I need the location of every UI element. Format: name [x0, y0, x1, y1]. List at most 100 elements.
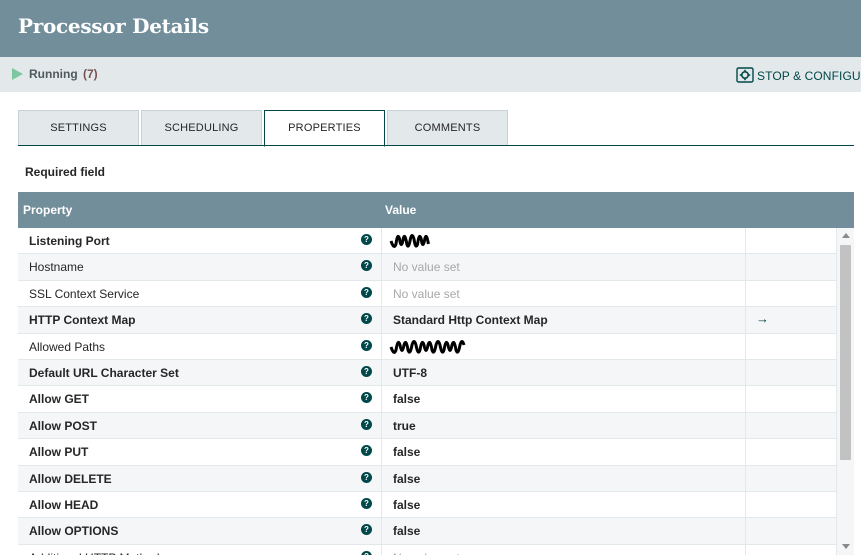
property-value[interactable]: false — [393, 392, 420, 406]
column-divider — [381, 360, 382, 386]
question-circle-icon[interactable]: ? — [361, 471, 372, 483]
property-value[interactable]: false — [393, 472, 420, 486]
running-icon — [12, 68, 23, 80]
vertical-scrollbar[interactable] — [836, 228, 854, 555]
tab-comments[interactable]: COMMENTS — [387, 110, 508, 146]
redacted-value-scribble — [389, 234, 430, 248]
run-status-label: Running — [29, 67, 78, 81]
active-thread-count: (7) — [83, 67, 98, 81]
column-divider — [745, 518, 746, 545]
column-divider — [745, 386, 746, 413]
redacted-value-scribble — [389, 339, 466, 354]
table-row[interactable]: Allow GET? false — [18, 386, 836, 413]
property-name: Allow OPTIONS — [29, 524, 119, 539]
table-row[interactable]: Additional HTTP Methods? No value set — [18, 544, 836, 555]
tab-properties[interactable]: PROPERTIES — [264, 110, 385, 147]
column-divider — [381, 492, 382, 518]
question-circle-icon[interactable]: ? — [361, 339, 372, 351]
column-divider — [381, 307, 382, 334]
table-row[interactable]: Listening Port? — [18, 228, 836, 255]
table-row[interactable]: Allow DELETE? false — [18, 465, 836, 492]
property-value[interactable]: No value set — [393, 287, 460, 301]
column-divider — [381, 518, 382, 545]
stop-configure-label: STOP & CONFIGURE — [757, 69, 861, 83]
scroll-up-icon[interactable] — [842, 233, 850, 238]
stop-configure-icon — [736, 67, 754, 83]
properties-table: Property Value Listening Port? Hostname? N… — [18, 192, 854, 555]
dialog-title: Processor Details — [18, 14, 209, 38]
column-divider — [745, 254, 746, 281]
property-name: Default URL Character Set — [29, 366, 179, 380]
property-name: Listening Port — [29, 234, 110, 248]
column-divider — [745, 412, 746, 439]
question-circle-icon[interactable]: ? — [361, 524, 372, 536]
table-row[interactable]: Allow PUT? false — [18, 439, 836, 466]
column-divider — [745, 307, 746, 334]
question-circle-icon[interactable]: ? — [361, 366, 372, 377]
property-name: SSL Context Service — [29, 286, 140, 301]
tab-divider — [18, 145, 854, 146]
column-divider — [381, 439, 382, 466]
column-divider — [745, 492, 746, 518]
column-divider — [745, 360, 746, 386]
column-divider — [381, 544, 382, 555]
question-circle-icon[interactable]: ? — [361, 260, 372, 272]
column-header-value[interactable]: Value — [385, 203, 416, 217]
table-header: Property Value — [18, 192, 854, 228]
column-divider — [745, 333, 746, 360]
question-circle-icon[interactable]: ? — [361, 418, 372, 430]
property-name: HTTP Context Map — [29, 313, 136, 328]
table-row[interactable]: Allow POST? true — [18, 412, 836, 440]
column-divider — [381, 386, 382, 413]
property-value[interactable]: true — [393, 419, 416, 433]
table-row[interactable]: Hostname? No value set — [18, 254, 836, 281]
column-divider — [381, 254, 382, 281]
question-circle-icon[interactable]: ? — [361, 234, 372, 245]
property-value[interactable]: Standard Http Context Map — [393, 313, 548, 327]
question-circle-icon[interactable]: ? — [361, 286, 372, 298]
table-row[interactable]: Allowed Paths? — [18, 333, 836, 360]
table-row[interactable]: Default URL Character Set? UTF-8 — [18, 360, 836, 387]
property-value[interactable]: UTF-8 — [393, 366, 427, 380]
question-circle-icon[interactable]: ? — [361, 445, 372, 457]
column-divider — [381, 412, 382, 439]
table-row[interactable]: Allow HEAD? false — [18, 492, 836, 519]
property-name: Hostname — [29, 260, 84, 275]
table-body: Listening Port? Hostname? No value set SSL … — [18, 228, 836, 555]
property-name: Allow POST — [29, 418, 98, 433]
question-circle-icon[interactable]: ? — [361, 313, 372, 325]
column-divider — [745, 439, 746, 466]
column-divider — [745, 228, 746, 254]
property-value[interactable]: false — [393, 498, 420, 512]
column-divider — [381, 280, 382, 307]
scroll-down-icon[interactable] — [842, 544, 850, 549]
column-divider — [381, 465, 382, 492]
table-row[interactable]: Allow OPTIONS? false — [18, 518, 836, 545]
table-row[interactable]: SSL Context Service? No value set — [18, 280, 836, 308]
column-divider — [745, 544, 746, 555]
processor-status-bar: Running (7) STOP & CONFIGURE — [0, 57, 861, 92]
property-value[interactable]: No value set — [393, 260, 460, 274]
property-name: Allow HEAD — [29, 498, 99, 512]
column-divider — [381, 228, 382, 254]
property-value[interactable]: false — [393, 524, 420, 538]
tab-settings[interactable]: SETTINGS — [18, 110, 139, 146]
table-row[interactable]: HTTP Context Map? Standard Http Context M… — [18, 307, 836, 334]
column-header-property[interactable]: Property — [23, 203, 72, 217]
arrow-right-icon[interactable]: → — [756, 311, 769, 326]
column-divider — [381, 333, 382, 360]
property-name: Allow DELETE — [29, 471, 112, 486]
property-value[interactable]: false — [393, 445, 420, 459]
property-name: Additional HTTP Methods — [29, 551, 166, 555]
required-field-legend: Required field — [25, 165, 106, 179]
dialog-header: Processor Details — [0, 0, 861, 57]
property-value[interactable]: No value set — [393, 551, 460, 555]
question-circle-icon[interactable]: ? — [361, 498, 372, 509]
question-circle-icon[interactable]: ? — [361, 392, 372, 404]
tab-scheduling[interactable]: SCHEDULING — [141, 110, 262, 146]
question-circle-icon[interactable]: ? — [361, 550, 372, 555]
column-divider — [745, 465, 746, 492]
property-name: Allow PUT — [29, 445, 89, 460]
property-name: Allowed Paths — [29, 339, 106, 354]
scrollbar-thumb[interactable] — [840, 245, 851, 460]
